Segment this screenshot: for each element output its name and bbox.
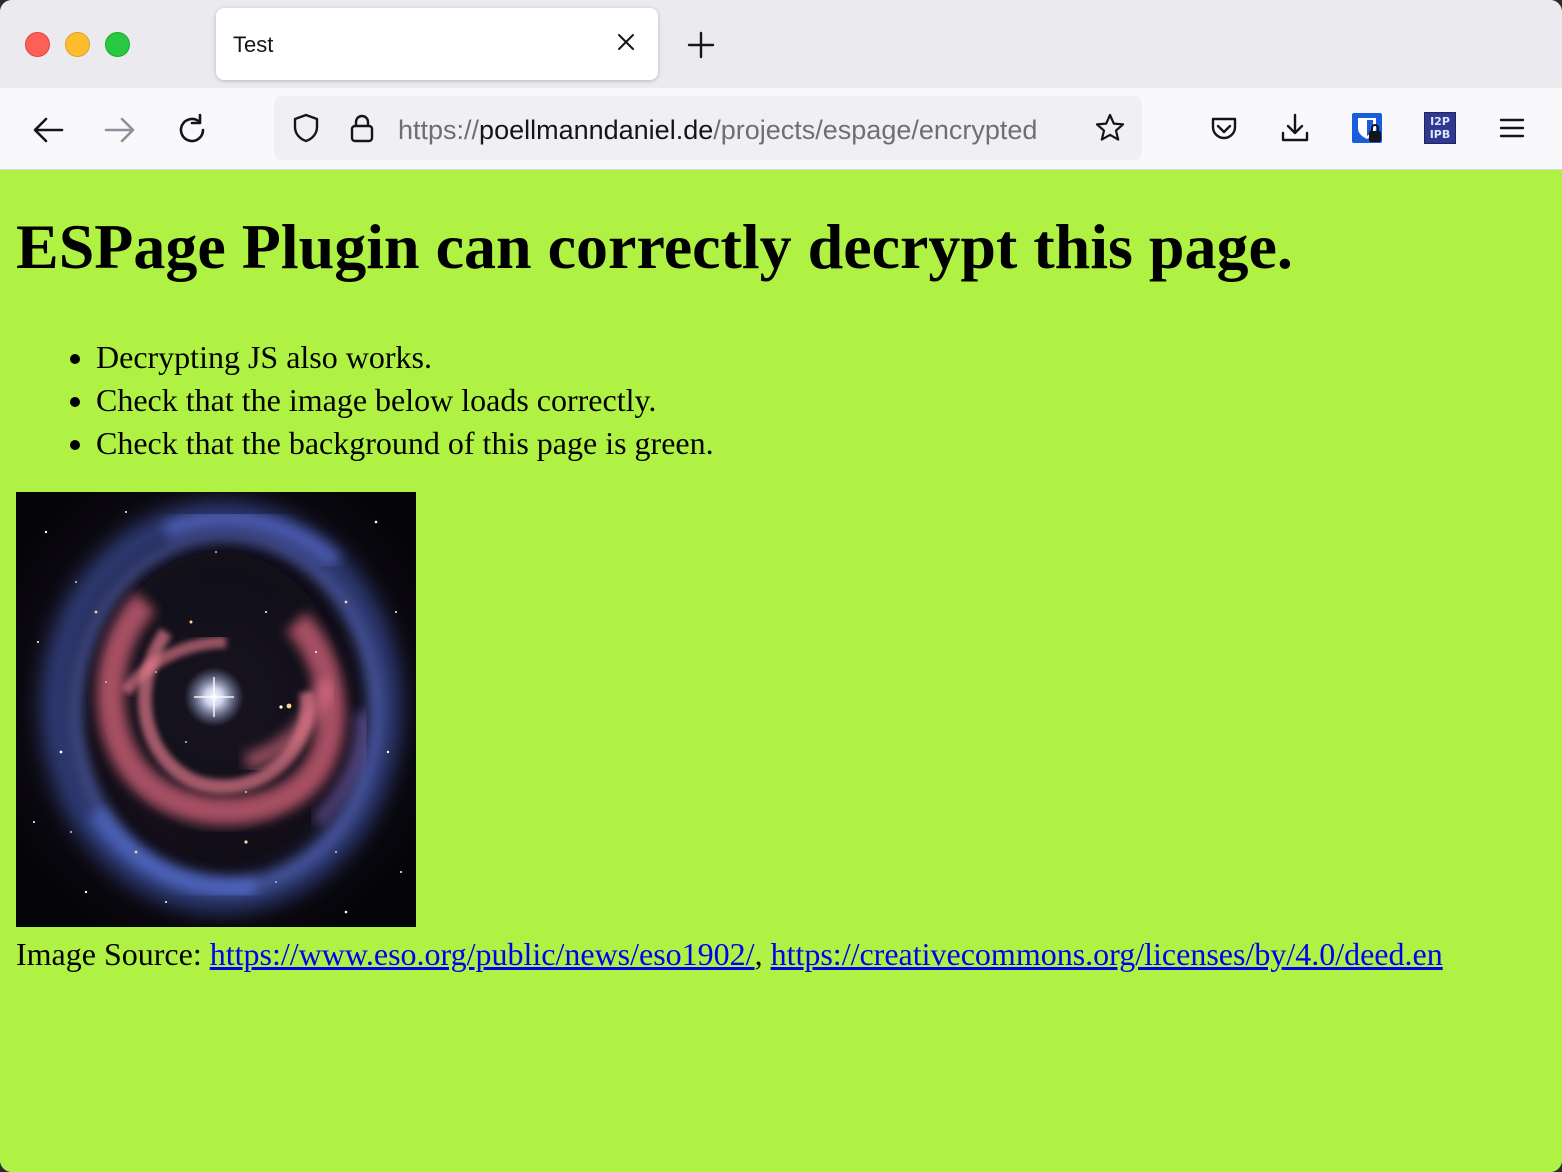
nebula-image xyxy=(16,492,416,927)
caption-prefix: Image Source: xyxy=(16,936,210,972)
url-host: poellmanndaniel.de xyxy=(479,115,714,145)
window-minimize-button[interactable] xyxy=(65,32,90,57)
web-page: ESPage Plugin can correctly decrypt this… xyxy=(0,170,1562,1172)
page-heading: ESPage Plugin can correctly decrypt this… xyxy=(16,211,1293,282)
i2p-badge-bottom: IPB xyxy=(1429,128,1451,141)
tab-strip: Test xyxy=(0,0,1562,88)
back-arrow-icon[interactable] xyxy=(28,110,68,150)
eso-source-link[interactable]: https://www.eso.org/public/news/eso1902/ xyxy=(210,936,755,972)
forward-arrow-icon[interactable] xyxy=(100,110,140,150)
image-source-caption: Image Source: https://www.eso.org/public… xyxy=(16,934,1443,974)
i2p-badge-top: I2P xyxy=(1430,115,1450,128)
pocket-icon[interactable] xyxy=(1208,112,1240,144)
navigation-toolbar: https://poellmanndaniel.de/projects/espa… xyxy=(0,88,1562,170)
window-close-button[interactable] xyxy=(25,32,50,57)
lock-icon[interactable] xyxy=(346,112,378,144)
browser-window: Test https://poellmanndaniel.de/projects… xyxy=(0,0,1562,1172)
tab-close-icon[interactable] xyxy=(614,30,638,54)
i2p-extension-icon[interactable]: I2P IPB xyxy=(1424,112,1456,144)
tracking-shield-icon[interactable] xyxy=(290,112,322,144)
list-item: Decrypting JS also works. xyxy=(96,336,714,379)
list-item: Check that the image below loads correct… xyxy=(96,379,714,422)
new-tab-icon[interactable] xyxy=(686,30,716,60)
bookmark-star-icon[interactable] xyxy=(1094,112,1126,144)
address-bar[interactable]: https://poellmanndaniel.de/projects/espa… xyxy=(274,96,1142,160)
list-item: Check that the background of this page i… xyxy=(96,422,714,465)
reload-icon[interactable] xyxy=(172,110,212,150)
url-text[interactable]: https://poellmanndaniel.de/projects/espa… xyxy=(398,114,1080,146)
window-maximize-button[interactable] xyxy=(105,32,130,57)
url-path: /projects/espage/encrypted xyxy=(713,115,1038,145)
url-scheme: https:// xyxy=(398,115,480,145)
tab-title: Test xyxy=(233,32,274,57)
bullet-list: Decrypting JS also works. Check that the… xyxy=(96,336,714,465)
downloads-icon[interactable] xyxy=(1279,112,1311,144)
hamburger-menu-icon[interactable] xyxy=(1496,112,1528,144)
caption-separator: , xyxy=(754,936,771,972)
cc-license-link[interactable]: https://creativecommons.org/licenses/by/… xyxy=(771,936,1443,972)
bitwarden-extension-icon[interactable] xyxy=(1351,112,1383,144)
tab-active[interactable]: Test xyxy=(216,8,658,80)
